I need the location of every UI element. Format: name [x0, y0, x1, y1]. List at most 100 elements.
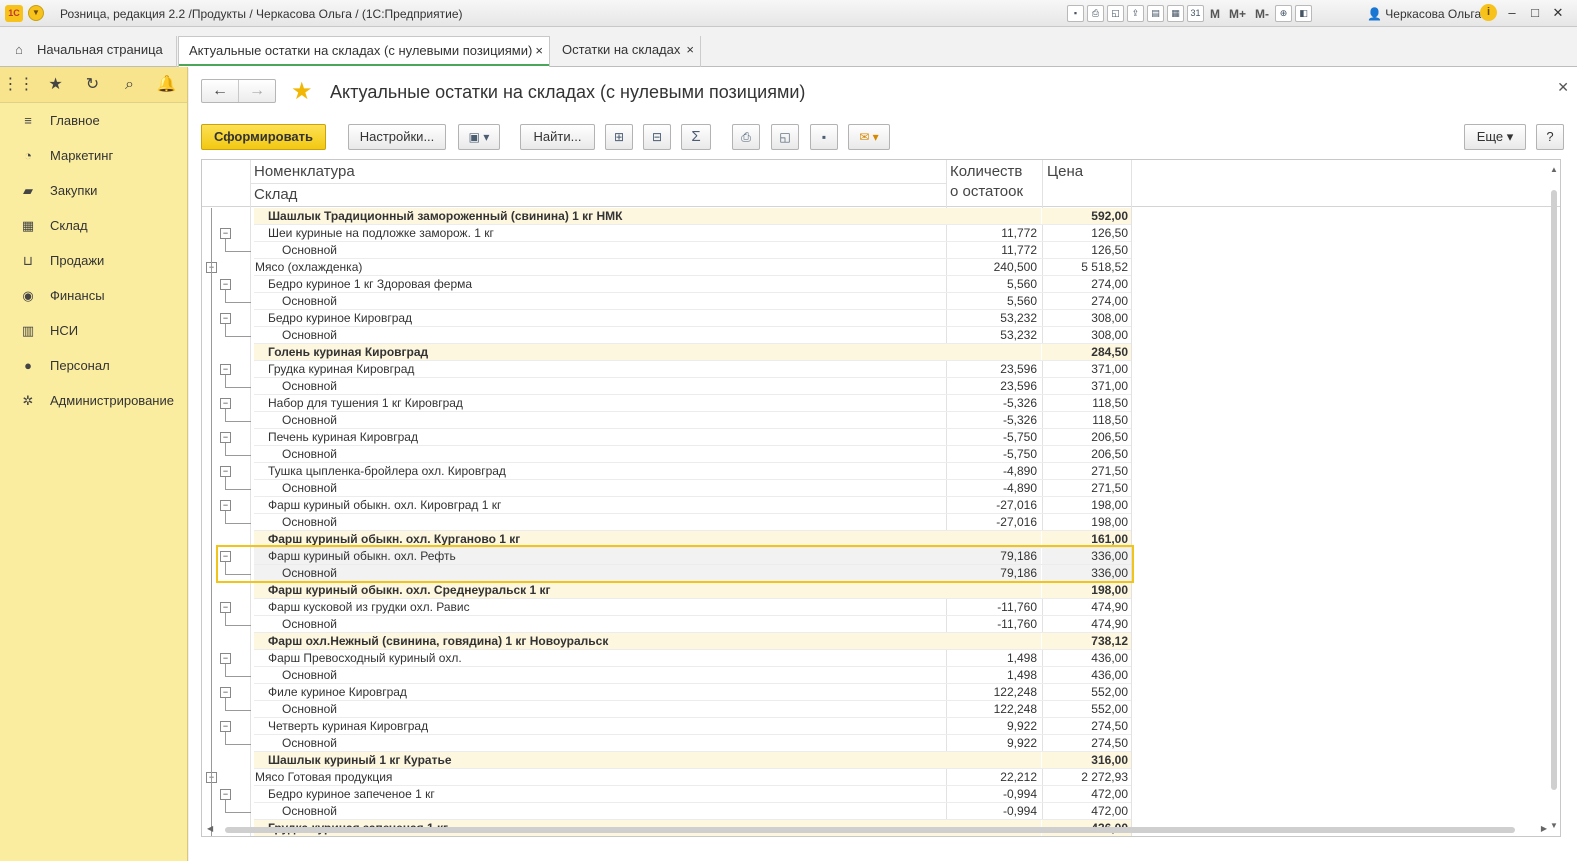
scroll-up-icon[interactable]: ▲	[1550, 165, 1558, 174]
sidebar-item[interactable]: ◔ Маркетинг	[0, 138, 187, 173]
table-row[interactable]: Бедро куриное Кировград 53,232 308,00 −	[202, 310, 1560, 327]
table-row[interactable]: Тушка цыпленка-бройлера охл. Кировград -4…	[202, 463, 1560, 480]
maximize-button[interactable]: □	[1527, 5, 1543, 20]
variant-dropdown-button[interactable]: ▣ ▾	[458, 124, 500, 150]
table-row[interactable]: Основной -0,994 472,00	[202, 800, 1560, 820]
close-icon[interactable]: ×	[686, 36, 694, 64]
expand-groups-button[interactable]: ⊞	[605, 124, 633, 150]
panel-icon[interactable]: ◧	[1295, 5, 1313, 22]
close-icon[interactable]: ×	[535, 37, 543, 65]
favorites-icon[interactable]: ★	[37, 67, 74, 103]
help-button[interactable]: ?	[1536, 124, 1564, 150]
document-icon[interactable]: ▤	[1147, 5, 1164, 22]
history-icon[interactable]: ↻	[74, 67, 111, 103]
current-user[interactable]: 👤 Черкасова Ольга	[1367, 7, 1481, 21]
collapse-toggle-icon[interactable]: −	[220, 279, 231, 290]
collapse-toggle-icon[interactable]: −	[220, 653, 231, 664]
collapse-toggle-icon[interactable]: −	[220, 687, 231, 698]
collapse-toggle-icon[interactable]: −	[220, 398, 231, 409]
print-icon[interactable]: ⎙	[1087, 5, 1104, 22]
table-row[interactable]: Основной -11,760 474,90	[202, 613, 1560, 633]
close-form-icon[interactable]: ✕	[1557, 79, 1569, 96]
back-arrow-icon[interactable]: ←	[202, 80, 238, 102]
collapse-toggle-icon[interactable]: −	[220, 228, 231, 239]
main-menu-button[interactable]: ▼	[28, 5, 44, 21]
table-row[interactable]: Грудка куриная Кировград 23,596 371,00 −	[202, 361, 1560, 378]
collapse-toggle-icon[interactable]: −	[220, 721, 231, 732]
table-row[interactable]: Четверть куриная Кировград 9,922 274,50 −	[202, 718, 1560, 735]
collapse-toggle-icon[interactable]: −	[220, 789, 231, 800]
sum-button[interactable]: Σ	[681, 124, 711, 150]
vertical-scroll-thumb[interactable]	[1551, 190, 1557, 790]
collapse-groups-button[interactable]: ⊟	[643, 124, 671, 150]
table-row[interactable]: Мясо (охлажденка)240,5005 518,52−	[202, 259, 1560, 276]
scroll-right-icon[interactable]: ▶	[1541, 824, 1547, 833]
table-row[interactable]: Шеи куриные на подложке заморож. 1 кг 11,…	[202, 225, 1560, 242]
collapse-toggle-icon[interactable]: −	[220, 602, 231, 613]
settings-button[interactable]: Настройки...	[348, 124, 446, 150]
preview-button[interactable]: ◱	[771, 124, 799, 150]
horizontal-scrollbar[interactable]: ◀ ▶	[207, 824, 1547, 834]
table-row[interactable]: Мясо Готовая продукция22,2122 272,93−	[202, 769, 1560, 786]
table-row[interactable]: Фарш куриный обыкн. охл. Кировград 1 кг -…	[202, 497, 1560, 514]
bell-icon[interactable]: 🔔	[148, 67, 185, 103]
table-row[interactable]: Шашлык куриный 1 кг Куратье 316,00	[202, 752, 1560, 769]
favorite-star-icon[interactable]: ★	[291, 77, 313, 106]
generate-button[interactable]: Сформировать	[201, 124, 326, 150]
table-row[interactable]: Основной 79,186 336,00	[202, 562, 1560, 582]
collapse-toggle-icon[interactable]: −	[220, 432, 231, 443]
memory-minus-button[interactable]: M-	[1252, 7, 1272, 21]
table-row[interactable]: Голень куриная Кировград 284,50	[202, 344, 1560, 361]
memory-plus-button[interactable]: M+	[1226, 7, 1249, 21]
tab-home[interactable]: ⌂ Начальная страница	[5, 36, 177, 67]
table-row[interactable]: Печень куриная Кировград -5,750 206,50 −	[202, 429, 1560, 446]
search-icon[interactable]: ⌕	[111, 67, 148, 103]
grid-menu-icon[interactable]: ⋮⋮	[0, 67, 37, 103]
sidebar-item[interactable]: ◉ Финансы	[0, 278, 187, 313]
table-row[interactable]: Основной -5,326 118,50	[202, 409, 1560, 429]
sidebar-item[interactable]: ▦ Склад	[0, 208, 187, 243]
collapse-toggle-icon[interactable]: −	[220, 313, 231, 324]
table-row[interactable]: Бедро куриное запеченое 1 кг -0,994 472,00…	[202, 786, 1560, 803]
table-row[interactable]: Основной 23,596 371,00	[202, 375, 1560, 395]
table-row[interactable]: Филе куриное Кировград 122,248 552,00 −	[202, 684, 1560, 701]
table-row[interactable]: Фарш кусковой из грудки охл. Равис -11,76…	[202, 599, 1560, 616]
minimize-button[interactable]: –	[1504, 5, 1520, 20]
tab-stock[interactable]: Остатки на складах ×	[552, 36, 701, 67]
sidebar-item[interactable]: ▰ Закупки	[0, 173, 187, 208]
forward-arrow-icon[interactable]: →	[238, 80, 275, 102]
table-row[interactable]: Основной 122,248 552,00	[202, 698, 1560, 718]
report-spreadsheet[interactable]: Номенклатура Склад Количеств о остатоок …	[201, 159, 1561, 837]
table-icon[interactable]: ▦	[1167, 5, 1184, 22]
horizontal-scroll-thumb[interactable]	[225, 827, 1515, 833]
sidebar-item[interactable]: ⊔ Продажи	[0, 243, 187, 278]
calendar-icon[interactable]: 31	[1187, 5, 1204, 22]
table-row[interactable]: Шашлык Традиционный замороженный (свинин…	[202, 208, 1560, 225]
close-window-button[interactable]: ✕	[1550, 5, 1566, 21]
save-button[interactable]: ▪	[810, 124, 838, 150]
table-row[interactable]: Основной 9,922 274,50	[202, 732, 1560, 752]
scroll-left-icon[interactable]: ◀	[207, 824, 213, 833]
table-row[interactable]: Основной 53,232 308,00	[202, 324, 1560, 344]
table-row[interactable]: Основной 1,498 436,00	[202, 664, 1560, 684]
table-row[interactable]: Фарш Превосходный куриный охл. 1,498 436,0…	[202, 650, 1560, 667]
upload-icon[interactable]: ⇪	[1127, 5, 1144, 22]
collapse-toggle-icon[interactable]: −	[220, 551, 231, 562]
collapse-toggle-icon[interactable]: −	[220, 364, 231, 375]
sidebar-item[interactable]: ▥ НСИ	[0, 313, 187, 348]
table-row[interactable]: Бедро куриное 1 кг Здоровая ферма 5,560 27…	[202, 276, 1560, 293]
table-row[interactable]: Набор для тушения 1 кг Кировград -5,326 11…	[202, 395, 1560, 412]
more-button[interactable]: Еще ▾	[1464, 124, 1526, 150]
find-button[interactable]: Найти...	[520, 124, 595, 150]
vertical-scrollbar[interactable]: ▲ ▼	[1550, 165, 1558, 830]
table-row[interactable]: Основной 5,560 274,00	[202, 290, 1560, 310]
send-email-button[interactable]: ✉ ▾	[848, 124, 890, 150]
collapse-toggle-icon[interactable]: −	[220, 466, 231, 477]
collapse-toggle-icon[interactable]: −	[220, 500, 231, 511]
preview-icon[interactable]: ◱	[1107, 5, 1124, 22]
table-row[interactable]: Основной -27,016 198,00	[202, 511, 1560, 531]
sidebar-item[interactable]: ≡ Главное	[0, 103, 187, 138]
tab-actual-stock[interactable]: Актуальные остатки на складах (с нулевым…	[178, 36, 550, 68]
info-icon[interactable]: i	[1480, 4, 1497, 21]
save-icon[interactable]: ▪	[1067, 5, 1084, 22]
